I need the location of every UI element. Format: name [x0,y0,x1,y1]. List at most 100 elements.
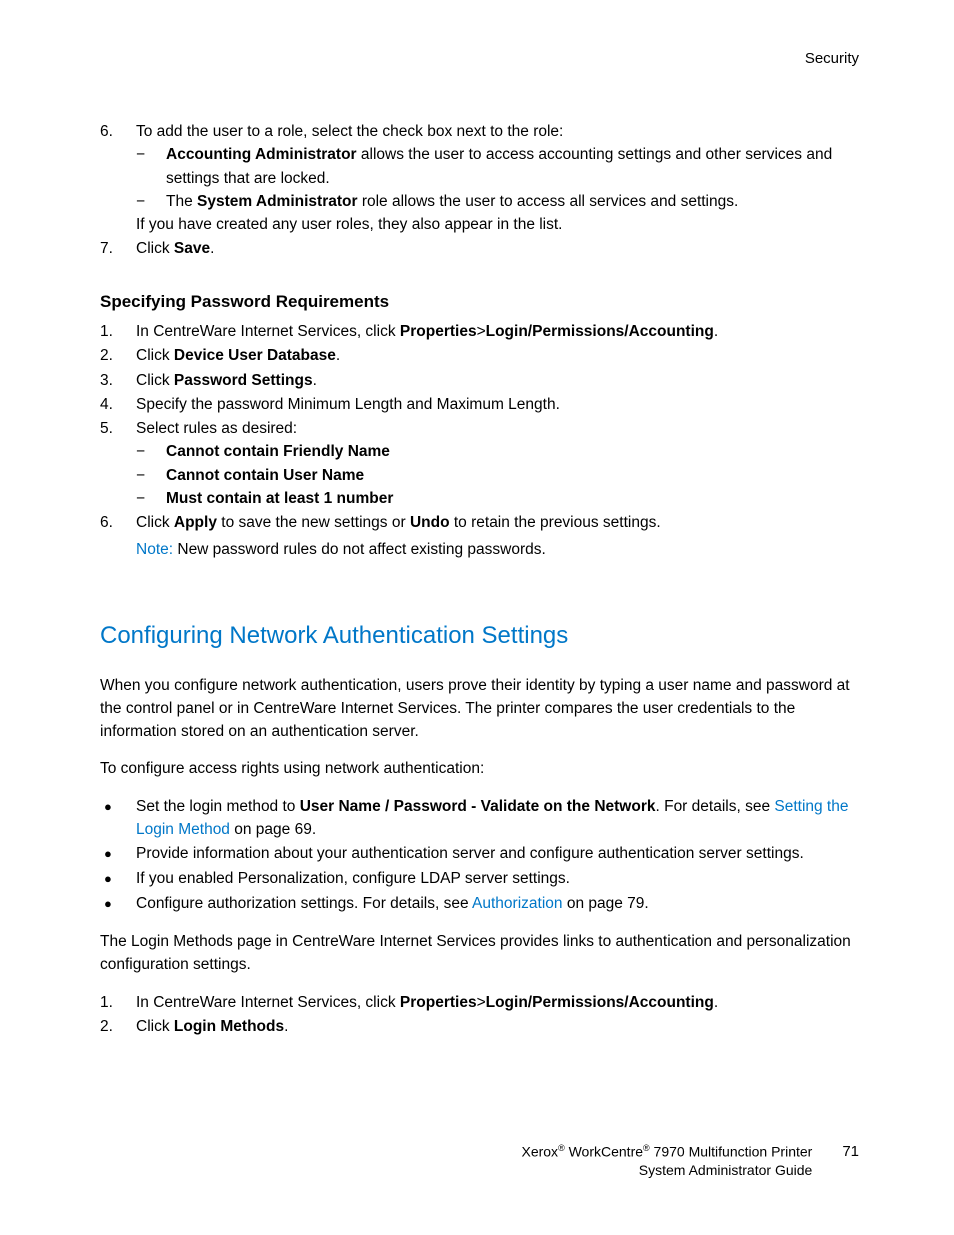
registered-icon: ® [558,1143,565,1153]
dash-icon: − [136,143,166,190]
list-number: 1. [100,991,136,1014]
gt: > [477,323,486,340]
text: . [714,994,718,1011]
list-body: Click Save. [136,237,859,260]
text: . [210,240,214,257]
list-body: Click Apply to save the new settings or … [136,511,859,534]
page: Security 6. To add the user to a role, s… [0,0,954,1235]
bold-text: Save [174,240,210,257]
sub-body: The System Administrator role allows the… [166,190,738,213]
text: Click [136,1018,174,1035]
text: Provide information about your authentic… [136,845,804,862]
text: Click [136,347,174,364]
list-number: 4. [100,393,136,416]
registered-icon: ® [643,1143,650,1153]
text: Select rules as desired: [136,420,297,437]
note-text: New password rules do not affect existin… [173,541,546,558]
footer-brand-1: Xerox [521,1143,558,1159]
text: Click [136,240,174,257]
list-password: 1. In CentreWare Internet Services, clic… [100,320,859,534]
bold-text: Cannot contain Friendly Name [166,443,390,460]
list-login-methods: 1. In CentreWare Internet Services, clic… [100,991,859,1039]
sublist-item: − The System Administrator role allows t… [136,190,859,213]
sublist-item: − Cannot contain Friendly Name [136,440,859,463]
text: Click [136,514,174,531]
list-body: In CentreWare Internet Services, click P… [136,991,859,1014]
list-item: 3. Click Password Settings. [100,369,859,392]
paragraph: To configure access rights using network… [100,757,859,780]
section-title-password: Specifying Password Requirements [100,289,859,315]
list-item: 7. Click Save. [100,237,859,260]
footer-text: Xerox® WorkCentre® 7970 Multifunction Pr… [521,1142,812,1180]
list-body: Select rules as desired: − Cannot contai… [136,417,859,510]
bullet-body: Configure authorization settings. For de… [136,892,859,916]
sublist-item: − Must contain at least 1 number [136,487,859,510]
bullet-item: ● If you enabled Personalization, config… [100,867,859,891]
list-item: 4. Specify the password Minimum Length a… [100,393,859,416]
list-item: 2. Click Login Methods. [100,1015,859,1038]
paragraph: When you configure network authenticatio… [100,674,859,744]
paragraph: The Login Methods page in CentreWare Int… [100,930,859,977]
list-number: 2. [100,1015,136,1038]
text: In CentreWare Internet Services, click [136,994,400,1011]
content: 6. To add the user to a role, select the… [100,120,859,1038]
text: The [166,193,197,210]
bold-text: Must contain at least 1 number [166,490,393,507]
footer: Xerox® WorkCentre® 7970 Multifunction Pr… [521,1142,859,1180]
text: If you have created any user roles, they… [136,213,859,236]
text: role allows the user to access all servi… [358,193,739,210]
header-section-label: Security [805,48,859,71]
sub-body: Accounting Administrator allows the user… [166,143,859,190]
footer-guide: System Administrator Guide [521,1161,812,1180]
text: . [336,347,340,364]
sublist-item: − Accounting Administrator allows the us… [136,143,859,190]
bullet-body: Set the login method to User Name / Pass… [136,795,859,842]
list-number: 7. [100,237,136,260]
bold-text: Login Methods [174,1018,284,1035]
text: In CentreWare Internet Services, click [136,323,400,340]
text: Specify the password Minimum Length and … [136,396,560,413]
bold-text: Undo [410,514,450,531]
sublist-item: − Cannot contain User Name [136,464,859,487]
list-number: 6. [100,511,136,534]
bullet-body: Provide information about your authentic… [136,842,859,866]
list-body: Click Device User Database. [136,344,859,367]
list-body: Specify the password Minimum Length and … [136,393,859,416]
text: Click [136,372,174,389]
dash-icon: − [136,464,166,487]
bullet-item: ● Set the login method to User Name / Pa… [100,795,859,842]
footer-brand-2: WorkCentre [565,1143,643,1159]
list-item: 5. Select rules as desired: − Cannot con… [100,417,859,510]
dash-icon: − [136,190,166,213]
sub-body: Cannot contain Friendly Name [166,440,390,463]
list-number: 6. [100,120,136,236]
list-body: Click Login Methods. [136,1015,859,1038]
note-label: Note: [136,541,173,558]
bold-text: Cannot contain User Name [166,467,364,484]
bold-text: Apply [174,514,217,531]
list-item: 2. Click Device User Database. [100,344,859,367]
dash-icon: − [136,487,166,510]
text: . [284,1018,288,1035]
bold-text: Accounting Administrator [166,146,357,163]
sub-body: Cannot contain User Name [166,464,364,487]
list-item: 6. Click Apply to save the new settings … [100,511,859,534]
note: Note: New password rules do not affect e… [136,538,859,561]
bold-text: Properties [400,323,477,340]
list-body: To add the user to a role, select the ch… [136,120,859,236]
list-number: 3. [100,369,136,392]
text: to retain the previous settings. [450,514,661,531]
text: Configure authorization settings. For de… [136,895,472,912]
list-number: 2. [100,344,136,367]
bullet-icon: ● [100,867,136,891]
text: on page 69. [230,821,316,838]
bold-text: Password Settings [174,372,313,389]
sublist: − Accounting Administrator allows the us… [136,143,859,213]
list-number: 5. [100,417,136,510]
list-body: In CentreWare Internet Services, click P… [136,320,859,343]
bold-text: Properties [400,994,477,1011]
page-number: 71 [842,1142,859,1162]
text: . [313,372,317,389]
link-authorization[interactable]: Authorization [472,895,562,912]
bold-text: System Administrator [197,193,358,210]
